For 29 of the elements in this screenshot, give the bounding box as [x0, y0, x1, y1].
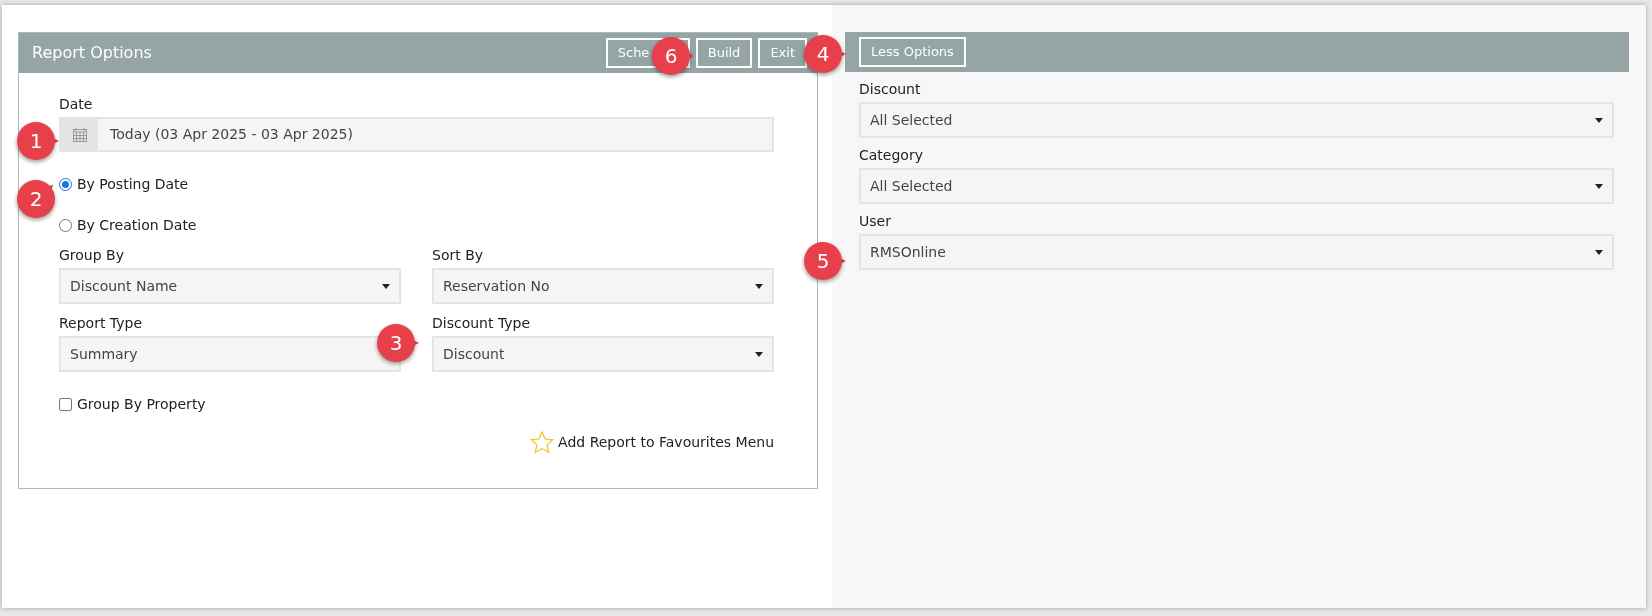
- panel-title: Report Options: [32, 42, 152, 64]
- dropdown-field[interactable]: Discount Name: [59, 268, 401, 304]
- dropdown-field[interactable]: RMSOnline: [859, 234, 1614, 270]
- checkbox[interactable]: [59, 398, 72, 411]
- field-label: Discount Type: [432, 314, 531, 332]
- calendar-icon: [72, 127, 87, 142]
- field-label: Discount: [859, 80, 921, 98]
- caret-icon: [382, 283, 390, 289]
- field-label: Category: [859, 146, 923, 164]
- caret-icon: [1595, 117, 1603, 123]
- radio-label: By Creation Date: [77, 216, 197, 235]
- field-label: Sort By: [432, 246, 484, 264]
- field-label: Report Type: [59, 314, 142, 332]
- date-field[interactable]: Today (03 Apr 2025 - 03 Apr 2025): [59, 117, 774, 152]
- field-label: User: [859, 212, 891, 230]
- dropdown-field[interactable]: Reservation No: [432, 268, 774, 304]
- field-label: Group By: [59, 246, 124, 264]
- caret-icon: [755, 283, 763, 289]
- star-icon[interactable]: [530, 431, 555, 454]
- caret-icon: [755, 351, 763, 357]
- dropdown-field[interactable]: Discount: [432, 336, 774, 372]
- dropdown-field[interactable]: All Selected: [859, 102, 1614, 138]
- checkbox-label: Group By Property: [77, 395, 206, 414]
- favourites-link[interactable]: Add Report to Favourites Menu: [558, 432, 774, 453]
- dropdown-field[interactable]: All Selected: [859, 168, 1614, 204]
- radio-label: By Posting Date: [77, 175, 189, 194]
- field-label: Date: [59, 95, 93, 113]
- caret-icon: [1595, 249, 1603, 255]
- caret-icon: [1595, 183, 1603, 189]
